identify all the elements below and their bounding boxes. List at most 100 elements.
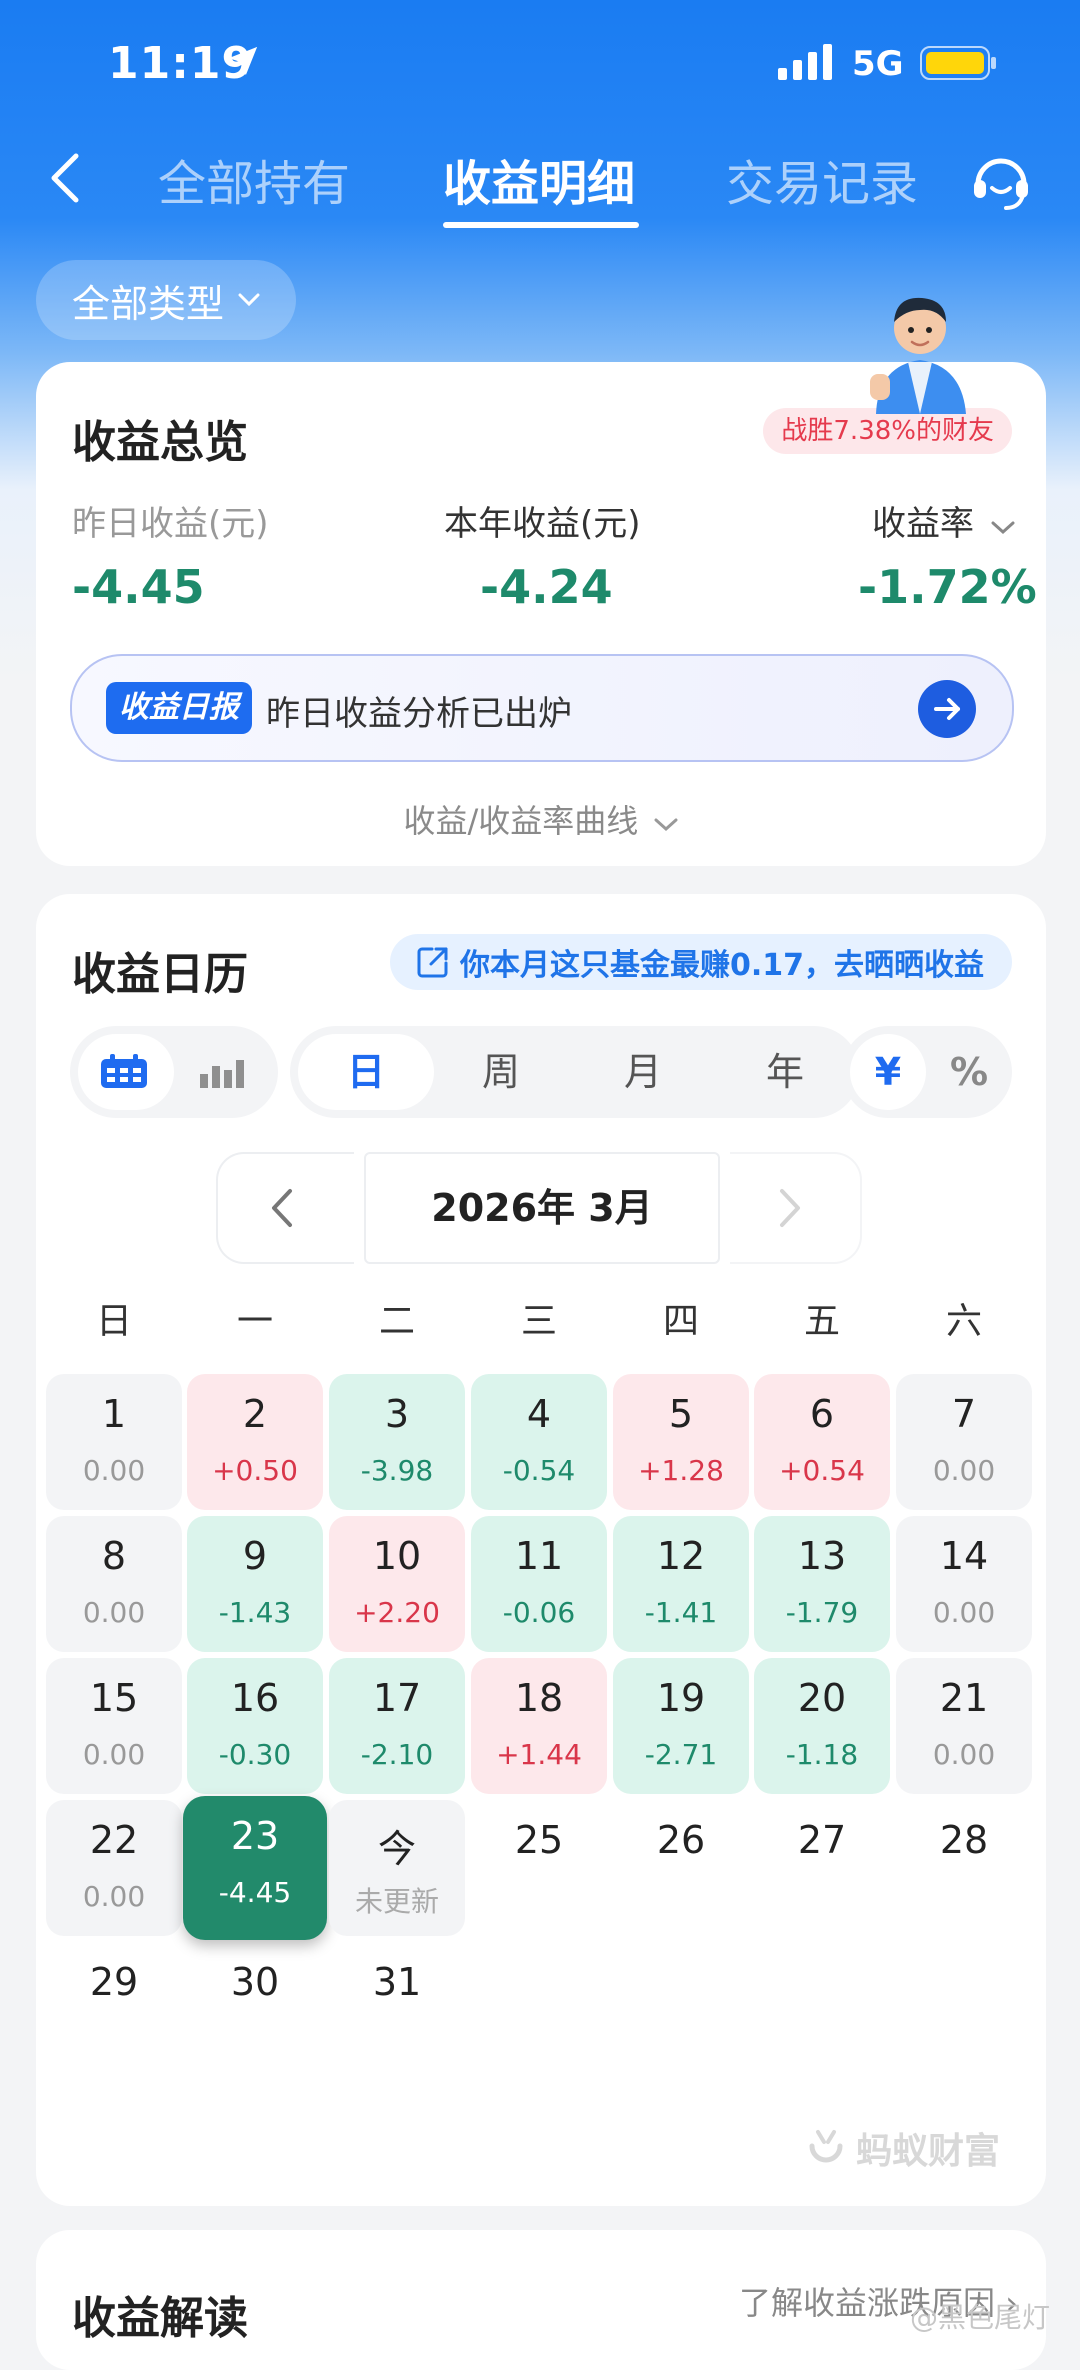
period-week[interactable]: 周 bbox=[430, 1026, 572, 1118]
calendar-day[interactable]: 21 0.00 bbox=[896, 1658, 1032, 1794]
calendar-day[interactable]: 17 -2.10 bbox=[329, 1658, 465, 1794]
calendar-day-today[interactable]: 今未更新 bbox=[329, 1800, 465, 1936]
arrow-right-icon[interactable] bbox=[918, 680, 976, 738]
period-month[interactable]: 月 bbox=[572, 1026, 714, 1118]
type-filter-label: 全部类型 bbox=[71, 281, 224, 326]
calendar-day[interactable]: 11 -0.06 bbox=[471, 1516, 607, 1652]
weibo-watermark: @黑色尾灯 bbox=[910, 2301, 1051, 2334]
day-number: 13 bbox=[797, 1534, 847, 1578]
back-arrow-icon[interactable] bbox=[44, 148, 88, 208]
year-earnings-label[interactable]: 本年收益(元) bbox=[444, 496, 641, 545]
calendar-day[interactable]: 27 bbox=[754, 1800, 890, 1936]
day-number: 15 bbox=[89, 1676, 139, 1720]
calendar-day[interactable]: 10 +2.20 bbox=[329, 1516, 465, 1652]
yesterday-earnings-value: -4.45 bbox=[72, 560, 205, 614]
tab-transactions[interactable]: 交易记录 bbox=[726, 144, 918, 214]
year-earnings-value: -4.24 bbox=[480, 560, 613, 614]
calendar-day[interactable]: 5 +1.28 bbox=[613, 1374, 749, 1510]
calendar-day[interactable]: 22 0.00 bbox=[46, 1800, 182, 1936]
day-number: 21 bbox=[939, 1676, 989, 1720]
day-number: 14 bbox=[939, 1534, 989, 1578]
day-number: 10 bbox=[372, 1534, 422, 1578]
calendar-day[interactable]: 3 -3.98 bbox=[329, 1374, 465, 1510]
day-number: 23 bbox=[230, 1814, 280, 1858]
day-number: 19 bbox=[656, 1676, 706, 1720]
day-number: 12 bbox=[656, 1534, 706, 1578]
day-earnings: 0.00 bbox=[932, 1596, 996, 1629]
weekday-tue: 二 bbox=[378, 1301, 415, 1342]
day-earnings: 0.00 bbox=[82, 1454, 146, 1487]
calendar-day[interactable]: 18 +1.44 bbox=[471, 1658, 607, 1794]
unit-yuan[interactable]: ¥ bbox=[842, 1026, 934, 1118]
tab-earnings-detail[interactable]: 收益明细 bbox=[443, 144, 635, 214]
share-icon bbox=[417, 947, 448, 978]
calendar-day[interactable]: 9 -1.43 bbox=[187, 1516, 323, 1652]
return-rate-selector[interactable]: 收益率 bbox=[872, 496, 1015, 545]
earnings-calendar-card: 收益日历 你本月这只基金最赚0.17，去晒晒收益 日 周 月 年 ¥ % 202… bbox=[36, 894, 1046, 2206]
day-earnings: +1.28 bbox=[638, 1454, 724, 1487]
daily-report-banner[interactable]: 收益日报 昨日收益分析已出炉 bbox=[70, 654, 1014, 762]
period-year[interactable]: 年 bbox=[714, 1026, 856, 1118]
calendar-day[interactable]: 20 -1.18 bbox=[754, 1658, 890, 1794]
day-number: 6 bbox=[809, 1392, 835, 1436]
bar-chart-view-icon[interactable] bbox=[198, 1056, 246, 1088]
day-number: 1 bbox=[101, 1392, 127, 1436]
calendar-day[interactable]: 25 bbox=[471, 1800, 607, 1936]
calendar-day[interactable]: 26 bbox=[613, 1800, 749, 1936]
interpretation-title: 收益解读 bbox=[72, 2293, 248, 2344]
share-tip-pill[interactable]: 你本月这只基金最赚0.17，去晒晒收益 bbox=[390, 934, 1012, 990]
day-number: 20 bbox=[797, 1676, 847, 1720]
share-tip-text: 你本月这只基金最赚0.17，去晒晒收益 bbox=[460, 948, 985, 983]
calendar-day[interactable]: 31 bbox=[329, 1942, 465, 2078]
calendar-day[interactable]: 4 -0.54 bbox=[471, 1374, 607, 1510]
day-number: 9 bbox=[242, 1534, 268, 1578]
calendar-title: 收益日历 bbox=[72, 949, 248, 1000]
calendar-day[interactable]: 2 +0.50 bbox=[187, 1374, 323, 1510]
calendar-day[interactable]: 16 -0.30 bbox=[187, 1658, 323, 1794]
earnings-curve-toggle[interactable]: 收益/收益率曲线 bbox=[36, 796, 1046, 842]
unit-percent[interactable]: % bbox=[926, 1026, 1012, 1118]
customer-service-icon[interactable] bbox=[968, 148, 1034, 214]
day-earnings: -3.98 bbox=[360, 1454, 434, 1487]
location-arrow-icon bbox=[228, 46, 258, 76]
calendar-view-icon[interactable] bbox=[98, 1054, 154, 1090]
daily-report-tag: 收益日报 bbox=[106, 682, 252, 734]
calendar-day[interactable]: 1 0.00 bbox=[46, 1374, 182, 1510]
calendar-day-selected[interactable]: 23 -4.45 bbox=[183, 1796, 327, 1940]
calendar-day[interactable]: 29 bbox=[46, 1942, 182, 2078]
view-mode-toggle bbox=[70, 1026, 278, 1118]
active-tab-indicator bbox=[443, 222, 639, 228]
calendar-day[interactable]: 13 -1.79 bbox=[754, 1516, 890, 1652]
day-earnings: -1.79 bbox=[785, 1596, 859, 1629]
chevron-right-icon bbox=[780, 1189, 800, 1227]
calendar-day[interactable]: 8 0.00 bbox=[46, 1516, 182, 1652]
day-number: 28 bbox=[939, 1818, 989, 1862]
calendar-day[interactable]: 6 +0.54 bbox=[754, 1374, 890, 1510]
calendar-day[interactable]: 7 0.00 bbox=[896, 1374, 1032, 1510]
calendar-day[interactable]: 30 bbox=[187, 1942, 323, 2078]
weekday-fri: 五 bbox=[803, 1301, 840, 1342]
status-bar: 11:19 5G bbox=[0, 0, 1080, 130]
calendar-day[interactable]: 14 0.00 bbox=[896, 1516, 1032, 1652]
weekday-thu: 四 bbox=[662, 1301, 699, 1342]
period-day[interactable]: 日 bbox=[290, 1026, 442, 1118]
tab-holdings[interactable]: 全部持有 bbox=[158, 144, 350, 214]
type-filter-dropdown[interactable]: 全部类型 bbox=[36, 260, 296, 340]
current-month[interactable]: 2026年 3月 bbox=[364, 1152, 720, 1264]
brand-watermark: 蚂蚁财富 bbox=[804, 2122, 1000, 2174]
day-number: 7 bbox=[951, 1392, 977, 1436]
day-earnings: +2.20 bbox=[354, 1596, 440, 1629]
calendar-day[interactable]: 28 bbox=[896, 1800, 1032, 1936]
daily-report-text: 昨日收益分析已出炉 bbox=[266, 694, 572, 734]
overview-title: 收益总览 bbox=[72, 417, 248, 468]
return-rate-value: -1.72% bbox=[858, 560, 1037, 614]
brand-name: 蚂蚁财富 bbox=[856, 2131, 1001, 2172]
prev-month-button[interactable] bbox=[216, 1152, 354, 1264]
mascot-figure-icon bbox=[870, 297, 966, 414]
calendar-day[interactable]: 19 -2.71 bbox=[613, 1658, 749, 1794]
next-month-button[interactable] bbox=[730, 1152, 862, 1264]
day-number: 29 bbox=[89, 1960, 139, 2004]
day-number: 今 bbox=[377, 1827, 416, 1871]
calendar-day[interactable]: 15 0.00 bbox=[46, 1658, 182, 1794]
calendar-day[interactable]: 12 -1.41 bbox=[613, 1516, 749, 1652]
